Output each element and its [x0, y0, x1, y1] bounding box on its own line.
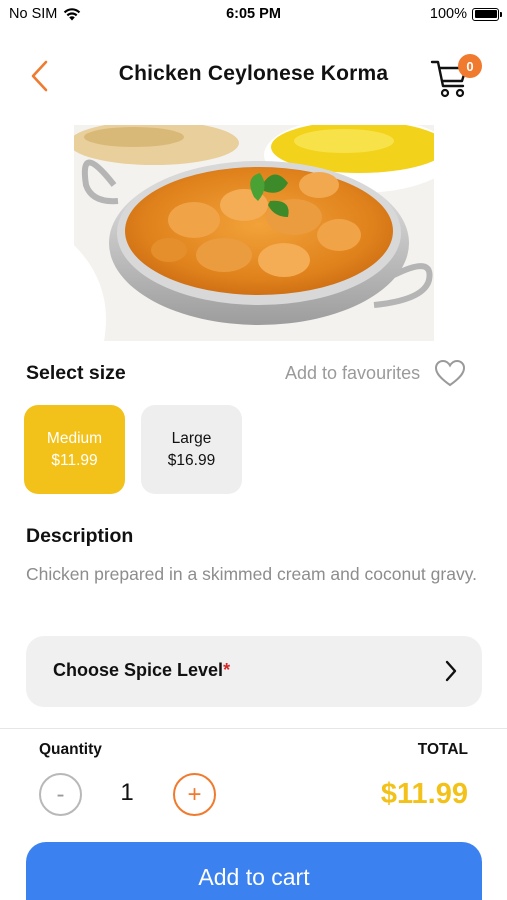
cart-button[interactable]: 0: [428, 54, 486, 100]
total-label: TOTAL: [417, 741, 468, 758]
total-price: $11.99: [380, 778, 468, 810]
description-text: Chicken prepared in a skimmed cream and …: [26, 564, 478, 584]
header: Chicken Ceylonese Korma 0: [0, 48, 507, 104]
size-name: Medium: [46, 429, 103, 447]
increase-quantity-button[interactable]: +: [173, 773, 216, 816]
quantity-label: Quantity: [39, 741, 102, 758]
battery-percent: 100%: [429, 6, 467, 22]
plus-icon: +: [187, 780, 202, 808]
size-price: $11.99: [51, 451, 98, 469]
size-name: Large: [171, 429, 212, 447]
add-to-favourites-button[interactable]: Add to favourites: [285, 358, 466, 388]
size-price: $16.99: [167, 451, 216, 469]
dish-illustration: [74, 125, 434, 341]
chevron-left-icon: [31, 60, 48, 92]
battery-fill: [474, 10, 497, 18]
favourites-label: Add to favourites: [285, 362, 421, 383]
add-to-cart-label: Add to cart: [198, 864, 310, 890]
dish-image: [74, 125, 434, 341]
chevron-right-icon: [445, 660, 457, 682]
status-bar: No SIM 6:05 PM 100%: [0, 0, 507, 28]
spice-level-label: Choose Spice Level*: [53, 660, 230, 681]
add-to-cart-button[interactable]: Add to cart: [26, 842, 482, 900]
cart-count-badge: 0: [458, 54, 482, 78]
battery-icon: [472, 7, 502, 21]
back-button[interactable]: [22, 58, 56, 94]
quantity-value: 1: [120, 779, 134, 806]
size-option-large[interactable]: Large $16.99: [141, 405, 242, 494]
size-option-medium[interactable]: Medium $11.99: [24, 405, 125, 494]
spice-level-text: Choose Spice Level: [53, 660, 224, 680]
status-right: 100%: [429, 6, 502, 22]
description-heading: Description: [26, 525, 134, 547]
minus-icon: -: [56, 780, 65, 808]
page-title: Chicken Ceylonese Korma: [118, 62, 389, 85]
spice-level-selector[interactable]: Choose Spice Level*: [26, 636, 482, 707]
decrease-quantity-button[interactable]: -: [39, 773, 82, 816]
required-marker: *: [223, 660, 231, 680]
select-size-heading: Select size: [26, 362, 126, 384]
divider: [0, 728, 507, 729]
heart-icon: [435, 359, 466, 387]
